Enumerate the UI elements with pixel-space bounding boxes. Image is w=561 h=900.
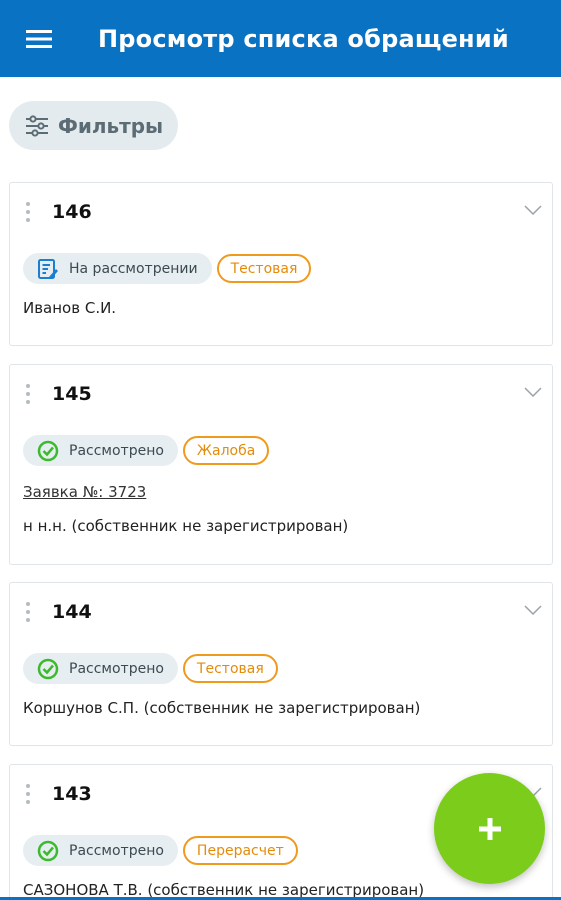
status-badge: Рассмотрено: [23, 653, 178, 684]
check-circle-icon: [37, 840, 59, 861]
category-tag: Тестовая: [216, 254, 312, 283]
plus-icon: [478, 817, 501, 840]
hamburger-icon: [26, 29, 52, 48]
request-card[interactable]: 146 На рассмотрении Тестовая Иванов С.И.: [9, 182, 553, 346]
filters-button[interactable]: Фильтры: [9, 101, 178, 150]
order-link[interactable]: Заявка №: 3723: [23, 483, 146, 501]
request-card[interactable]: 144 Рассмотрено Тестовая Коршунов С.П. (…: [9, 582, 553, 746]
sliders-icon: [26, 114, 48, 137]
app-bar: Просмотр списка обращений: [0, 0, 561, 77]
status-badge: Рассмотрено: [23, 435, 178, 466]
check-circle-icon: [37, 658, 59, 679]
category-tag: Жалоба: [182, 436, 270, 465]
category-tag: Перерасчет: [182, 836, 298, 865]
request-number: 144: [52, 601, 92, 623]
request-card[interactable]: 145 Рассмотрено Жалоба Заявка №: 3723 н …: [9, 364, 553, 565]
add-request-button[interactable]: [434, 773, 545, 884]
requester-name: н н.н. (собственник не зарегистрирован): [23, 517, 349, 535]
check-circle-icon: [37, 440, 59, 461]
status-badge: На рассмотрении: [23, 253, 212, 284]
under-review-icon: [38, 258, 58, 279]
filters-label: Фильтры: [58, 113, 164, 138]
drag-handle-icon[interactable]: [24, 601, 32, 623]
request-number: 145: [52, 383, 92, 405]
menu-button[interactable]: [0, 0, 78, 77]
category-tag: Тестовая: [182, 654, 278, 683]
drag-handle-icon[interactable]: [24, 783, 32, 805]
status-label: Рассмотрено: [69, 442, 164, 459]
requester-name: Иванов С.И.: [23, 299, 117, 317]
chevron-down-icon[interactable]: [524, 205, 542, 215]
drag-handle-icon[interactable]: [24, 383, 32, 405]
status-label: Рассмотрено: [69, 842, 164, 859]
page-title: Просмотр списка обращений: [98, 24, 509, 53]
status-badge: Рассмотрено: [23, 835, 178, 866]
request-number: 146: [52, 201, 92, 223]
status-label: Рассмотрено: [69, 660, 164, 677]
request-number: 143: [52, 783, 92, 805]
status-label: На рассмотрении: [69, 260, 198, 277]
chevron-down-icon[interactable]: [524, 387, 542, 397]
chevron-down-icon[interactable]: [524, 605, 542, 615]
drag-handle-icon[interactable]: [24, 201, 32, 223]
requester-name: Коршунов С.П. (собственник не зарегистри…: [23, 699, 421, 717]
